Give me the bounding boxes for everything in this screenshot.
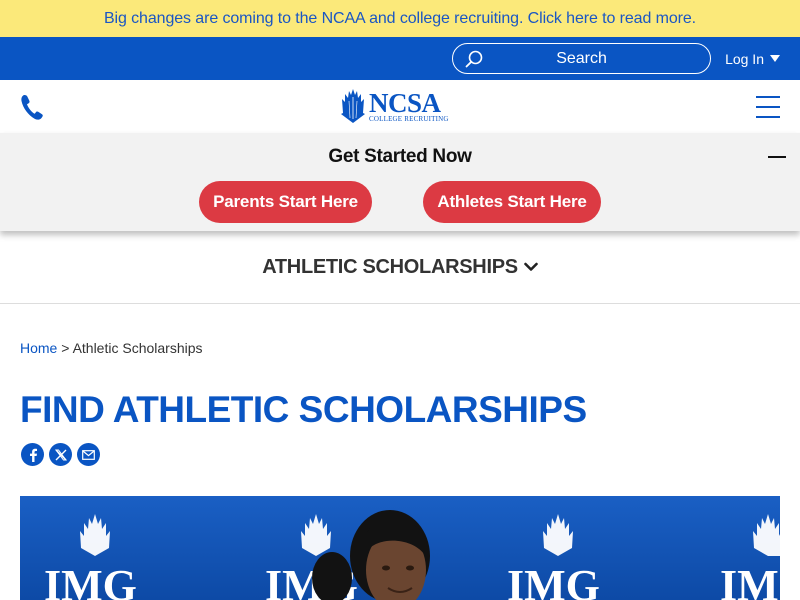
search-icon[interactable] [465,50,483,68]
caret-down-icon [770,55,780,62]
section-nav-dropdown[interactable]: ATHLETIC SCHOLARSHIPS [0,231,800,304]
logo-name: NCSA [369,88,441,118]
main-navbar: NCSA COLLEGE RECRUITING [0,80,800,133]
crown-logo-icon [341,89,365,123]
search-input[interactable] [453,44,711,73]
search-box[interactable] [452,43,712,74]
ncsa-logo[interactable]: NCSA COLLEGE RECRUITING [341,89,449,123]
chevron-down-icon [523,262,538,271]
login-label: Log In [725,50,764,67]
page-title: FIND ATHLETIC SCHOLARSHIPS [20,389,587,430]
breadcrumb: Home > Athletic Scholarships [20,340,800,356]
breadcrumb-home-link[interactable]: Home [20,340,57,356]
hero-backdrop-img-1: IMG [44,561,137,600]
hero-backdrop-img-3: IMG [507,561,600,600]
phone-icon[interactable] [20,93,44,121]
x-icon[interactable] [49,443,72,466]
hamburger-menu-icon[interactable] [756,95,780,118]
hero-photo: IMG IMG IMG IMG [20,496,780,600]
athletes-start-button[interactable]: Athletes Start Here [423,181,601,223]
hero-backdrop-img-4: IMG [720,561,780,600]
share-buttons [21,443,800,466]
get-started-title: Get Started Now [328,146,472,167]
hero-image: IMG IMG IMG IMG [20,496,780,600]
email-icon[interactable] [77,443,100,466]
announcement-bar: Big changes are coming to the NCAA and c… [0,0,800,37]
breadcrumb-current: Athletic Scholarships [72,340,203,356]
logo-tagline: COLLEGE RECRUITING [369,115,449,123]
facebook-icon[interactable] [21,443,44,466]
parents-start-button[interactable]: Parents Start Here [199,181,372,223]
announcement-link[interactable]: Big changes are coming to the NCAA and c… [104,10,696,28]
section-nav-label: ATHLETIC SCHOLARSHIPS [262,255,518,278]
login-menu[interactable]: Log In [725,51,780,67]
breadcrumb-separator: > [61,340,70,356]
collapse-minus-icon[interactable] [768,156,786,158]
top-bar: Log In [0,37,800,80]
get-started-panel: Get Started Now Parents Start Here Athle… [0,133,800,231]
